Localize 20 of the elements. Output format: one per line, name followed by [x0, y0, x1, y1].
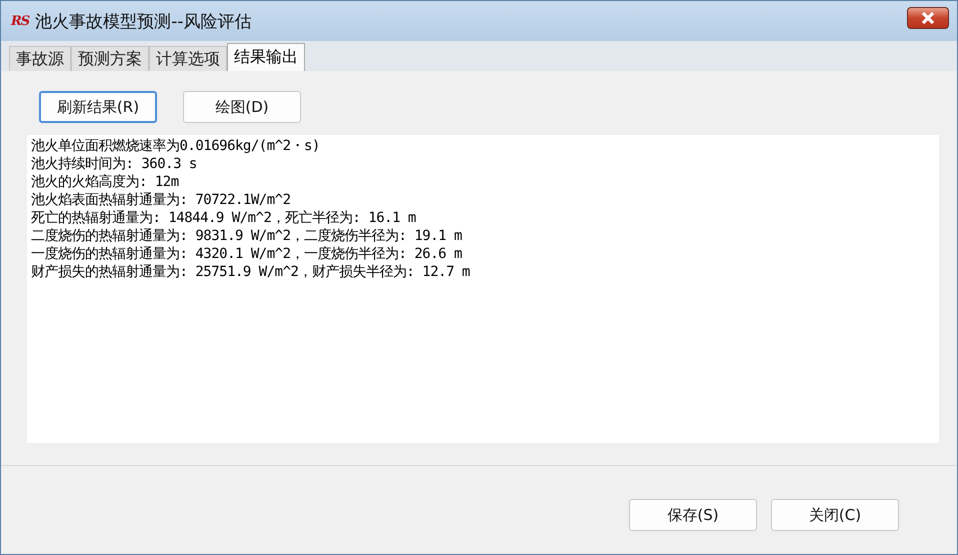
output-line: 池火焰表面热辐射通量为: 70722.1W/m^2 [31, 191, 292, 209]
output-line: 死亡的热辐射通量为: 14844.9 W/m^2，死亡半径为: 16.1 m [31, 209, 417, 227]
plot-button[interactable]: 绘图(D) [183, 91, 301, 123]
output-line: 财产损失的热辐射通量为: 25751.9 W/m^2，财产损失半径为: 12.7 m [31, 263, 471, 281]
app-logo: RS [11, 14, 30, 28]
refresh-button[interactable]: 刷新结果(R) [39, 91, 157, 123]
save-button[interactable]: 保存(S) [629, 499, 757, 531]
output-line: 池火单位面积燃烧速率为0.01696kg/(m^2・s) [31, 137, 321, 155]
tab[interactable]: 事故源 [9, 46, 71, 71]
tab[interactable]: 计算选项 [149, 46, 227, 71]
output-line: 一度烧伤的热辐射通量为: 4320.1 W/m^2，一度烧伤半径为: 26.6 m [31, 245, 463, 263]
tab[interactable]: 预测方案 [71, 46, 149, 71]
output-line: 二度烧伤的热辐射通量为: 9831.9 W/m^2，二度烧伤半径为: 19.1 m [31, 227, 463, 245]
close-button[interactable] [907, 7, 949, 29]
close-icon [920, 12, 936, 24]
tab[interactable]: 结果输出 [227, 43, 305, 71]
window-title: 池火事故模型预测--风险评估 [35, 10, 252, 32]
output-line: 池火持续时间为: 360.3 s [31, 155, 198, 173]
output-line: 池火的火焰高度为: 12m [31, 173, 180, 191]
close-dialog-button[interactable]: 关闭(C) [771, 499, 899, 531]
